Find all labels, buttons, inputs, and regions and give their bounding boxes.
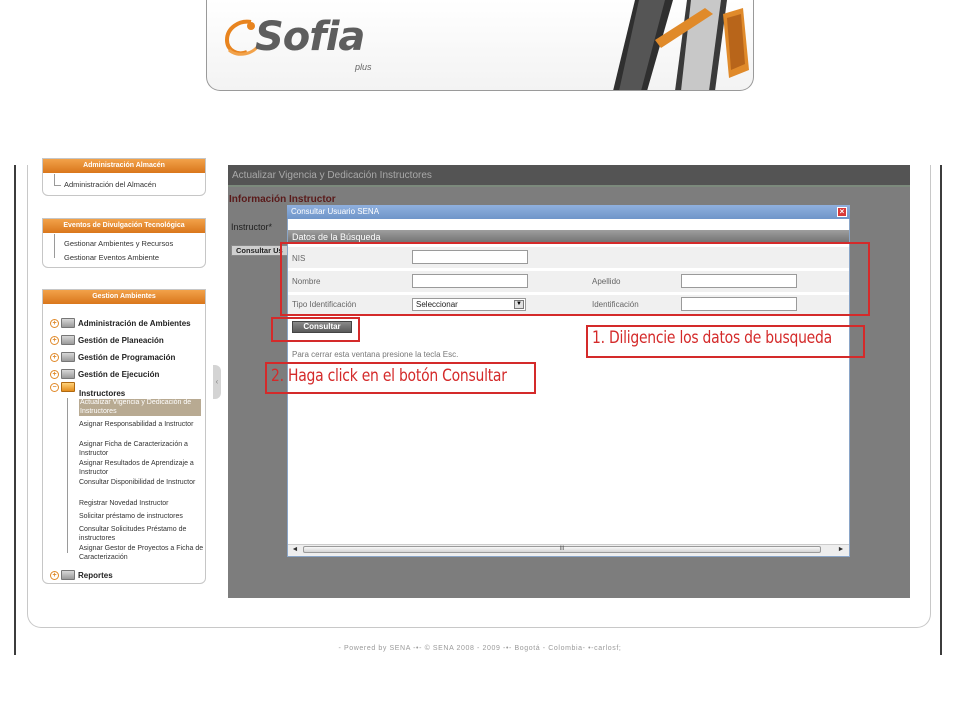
logo-banner: Sofia plus bbox=[206, 0, 754, 91]
annotation-step1-text: 1. Diligencie los datos de busqueda bbox=[592, 328, 832, 348]
close-icon[interactable]: × bbox=[837, 207, 847, 217]
sidebar-item-gestionar-ambientes-recursos[interactable]: Gestionar Ambientes y Recursos bbox=[64, 239, 173, 248]
scrollbar-thumb[interactable]: III bbox=[303, 546, 821, 553]
sidebar-leaf-asignar-resultados[interactable]: Asignar Resultados de Aprendizaje a Inst… bbox=[79, 460, 204, 477]
menu-instructores-label: Instructores bbox=[79, 389, 126, 398]
expand-icon[interactable]: + bbox=[50, 318, 59, 328]
modal-title: Consultar Usuario SENA bbox=[287, 205, 850, 219]
menu-instructores[interactable]: − bbox=[50, 380, 78, 394]
menu-gestion-planeacion[interactable]: + Gestión de Planeación bbox=[50, 333, 164, 347]
menu-gestion-ejecucion[interactable]: + Gestión de Ejecución bbox=[50, 367, 159, 381]
collapse-icon[interactable]: − bbox=[50, 382, 59, 392]
sidebar-box-header: Administración Almacén bbox=[43, 159, 205, 173]
scroll-left-icon[interactable]: ◄ bbox=[290, 545, 300, 554]
annotation-step2-text: 2. Haga click en el botón Consultar bbox=[271, 366, 507, 386]
logo-text: Sofia bbox=[255, 14, 365, 60]
expand-icon[interactable]: + bbox=[50, 570, 59, 580]
instructor-label: Instructor* bbox=[231, 222, 273, 232]
banner-artwork bbox=[613, 0, 749, 90]
sidebar-box-almacen: Administración Almacén bbox=[42, 158, 206, 196]
menu-reportes[interactable]: + Reportes bbox=[50, 568, 113, 582]
menu-administracion-ambientes[interactable]: + Administración de Ambientes bbox=[50, 316, 191, 330]
frame-left-border bbox=[14, 165, 16, 655]
annotation-box-form bbox=[280, 242, 870, 316]
logo-subtext: plus bbox=[355, 62, 372, 72]
menu-gestion-programacion[interactable]: + Gestión de Programación bbox=[50, 350, 175, 364]
title-divider bbox=[228, 185, 910, 187]
sidebar-box-header: Gestion Ambientes bbox=[43, 290, 205, 304]
sidebar-leaf-solicitar-prestamo[interactable]: Solicitar préstamo de instructores bbox=[79, 513, 204, 522]
annotation-box-button bbox=[271, 317, 360, 342]
sidebar-leaf-asignar-ficha[interactable]: Asignar Ficha de Caracterización a Instr… bbox=[79, 441, 204, 458]
open-folder-icon bbox=[61, 382, 75, 392]
tree-connector bbox=[54, 174, 55, 185]
inner-frame-left bbox=[27, 165, 28, 605]
folder-icon bbox=[61, 318, 75, 328]
section-title: Información Instructor bbox=[229, 194, 336, 205]
expand-icon[interactable]: + bbox=[50, 352, 59, 362]
sidebar-collapse-handle[interactable]: ‹ bbox=[213, 365, 221, 399]
tree-connector bbox=[67, 398, 68, 553]
expand-icon[interactable]: + bbox=[50, 369, 59, 379]
expand-icon[interactable]: + bbox=[50, 335, 59, 345]
inner-frame-right bbox=[930, 165, 931, 605]
sidebar-leaf-consultar-solicitudes[interactable]: Consultar Solicitudes Préstamo de instru… bbox=[79, 526, 204, 543]
frame-right-border bbox=[940, 165, 942, 655]
sidebar-leaf-asignar-responsabilidad[interactable]: Asignar Responsabilidad a Instructor bbox=[79, 421, 204, 430]
tree-connector bbox=[54, 185, 61, 186]
sidebar-leaf-registrar-novedad[interactable]: Registrar Novedad Instructor bbox=[79, 500, 204, 509]
folder-icon bbox=[61, 335, 75, 345]
footer-text: - Powered by SENA -•- © SENA 2008 - 2009… bbox=[338, 645, 622, 652]
esc-hint-text: Para cerrar esta ventana presione la tec… bbox=[292, 350, 459, 359]
sidebar-item-administracion-almacen[interactable]: Administración del Almacén bbox=[64, 180, 156, 189]
folder-icon bbox=[61, 570, 75, 580]
sidebar-leaf-consultar-disponibilidad[interactable]: Consultar Disponibilidad de Instructor bbox=[79, 479, 204, 488]
scroll-right-icon[interactable]: ► bbox=[836, 545, 846, 554]
folder-icon bbox=[61, 369, 75, 379]
sidebar-leaf-asignar-gestor[interactable]: Asignar Gestor de Proyectos a Ficha de C… bbox=[79, 545, 204, 562]
tree-connector bbox=[54, 234, 55, 258]
sidebar-leaf-actualizar-vigencia[interactable]: Actualizar Vigencia y Dedicación de Inst… bbox=[79, 399, 201, 416]
main-title: Actualizar Vigencia y Dedicación Instruc… bbox=[228, 165, 910, 185]
folder-icon bbox=[61, 352, 75, 362]
sidebar-item-gestionar-eventos-ambiente[interactable]: Gestionar Eventos Ambiente bbox=[64, 253, 159, 262]
sidebar-box-header: Eventos de Divulgación Tecnológica bbox=[43, 219, 205, 233]
inner-frame-bottom bbox=[27, 600, 931, 628]
